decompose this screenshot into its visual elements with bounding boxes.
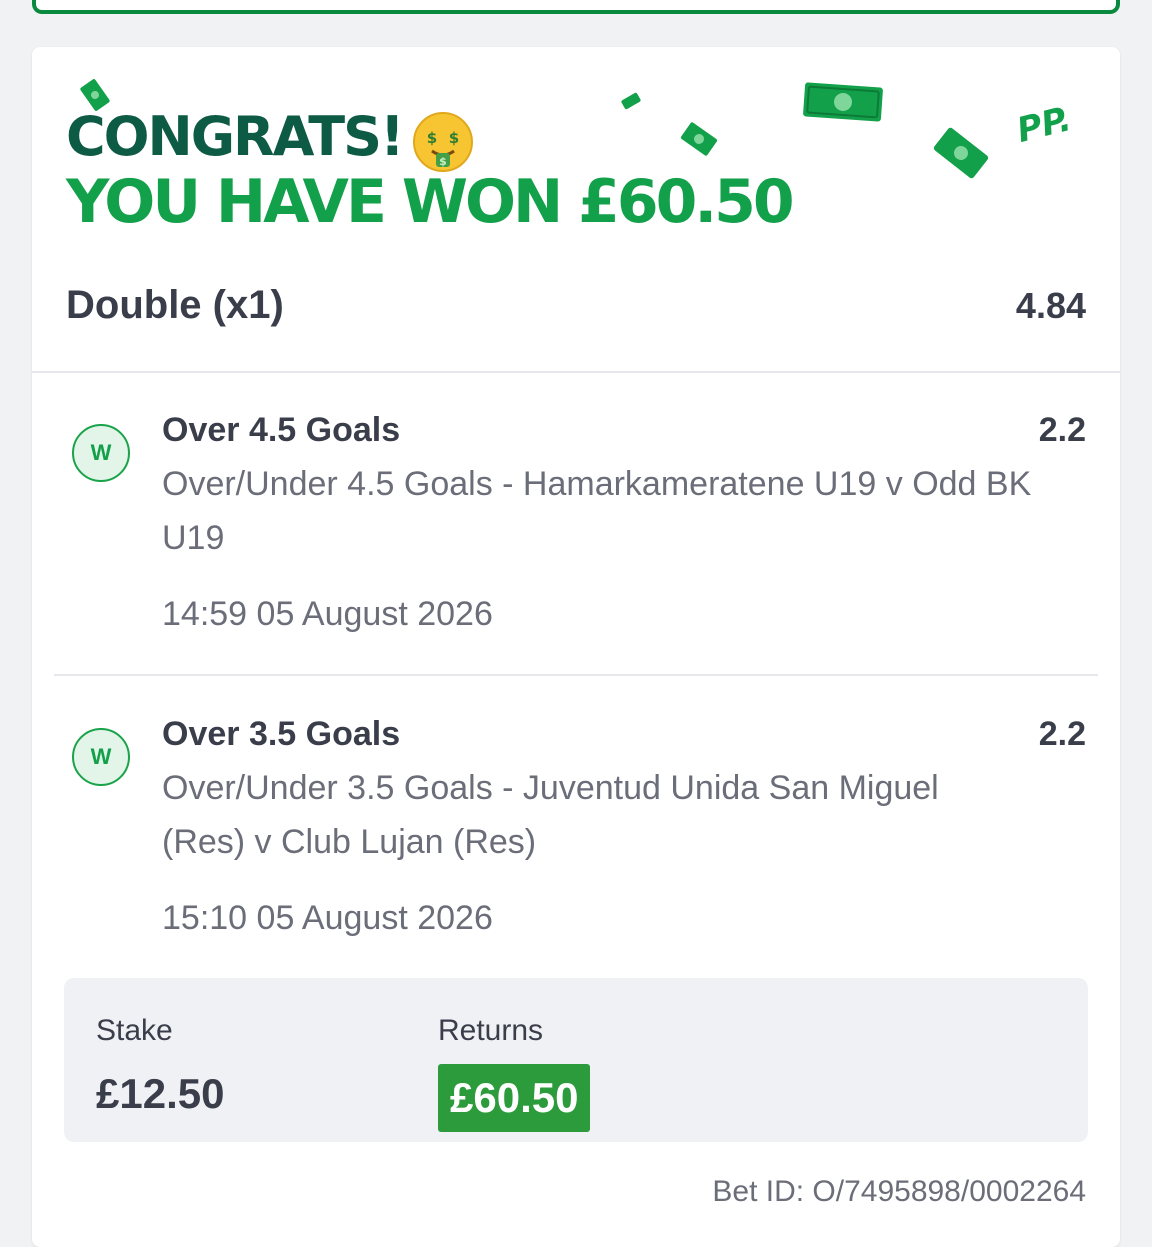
money-bill-icon xyxy=(933,127,989,179)
money-bill-icon xyxy=(803,82,883,122)
returns-label: Returns xyxy=(438,1014,544,1047)
money-mouth-face-icon: $ $ $ xyxy=(413,112,473,172)
leg-selection: Over 4.5 Goals xyxy=(162,411,401,449)
congrats-heading: CONGRATS! xyxy=(66,105,405,168)
returns-value: £60.50 xyxy=(438,1064,591,1132)
win-badge-icon: W xyxy=(72,424,130,482)
svg-text:$: $ xyxy=(427,129,437,147)
win-badge-icon: W xyxy=(72,728,130,786)
leg-market-description: Over/Under 4.5 Goals - Hamarkameratene U… xyxy=(162,465,1032,557)
leg-odds: 2.2 xyxy=(1038,411,1086,449)
divider xyxy=(54,674,1098,676)
stake-value: £12.50 xyxy=(96,1070,225,1117)
brand-logo: PP. xyxy=(1012,99,1076,151)
leg-selection: Over 3.5 Goals xyxy=(162,715,401,753)
leg-start-time: 14:59 05 August 2026 xyxy=(162,595,493,633)
leg-market-description: Over/Under 3.5 Goals - Juventud Unida Sa… xyxy=(162,769,939,861)
win-banner: CONGRATS! $ $ $ YOU HAVE WON £60.50 PP. … xyxy=(32,47,1120,372)
win-amount-heading: YOU HAVE WON £60.50 xyxy=(66,167,795,237)
svg-text:$: $ xyxy=(449,129,459,147)
money-bill-icon xyxy=(680,122,718,156)
bet-id: Bet ID: O/7495898/0002264 xyxy=(712,1175,1086,1208)
money-bill-icon xyxy=(621,92,641,110)
bet-card: CONGRATS! $ $ $ YOU HAVE WON £60.50 PP. … xyxy=(32,47,1120,1247)
bet-summary: Stake £12.50 Returns £60.50 xyxy=(64,978,1088,1142)
leg-odds: 2.2 xyxy=(1038,715,1086,753)
leg-start-time: 15:10 05 August 2026 xyxy=(162,899,493,937)
bet-total-odds: 4.84 xyxy=(1015,285,1086,326)
divider xyxy=(32,371,1120,373)
bet-type-label: Double (x1) xyxy=(66,283,284,327)
previous-card-edge xyxy=(32,0,1120,14)
stake-label: Stake xyxy=(96,1014,173,1047)
